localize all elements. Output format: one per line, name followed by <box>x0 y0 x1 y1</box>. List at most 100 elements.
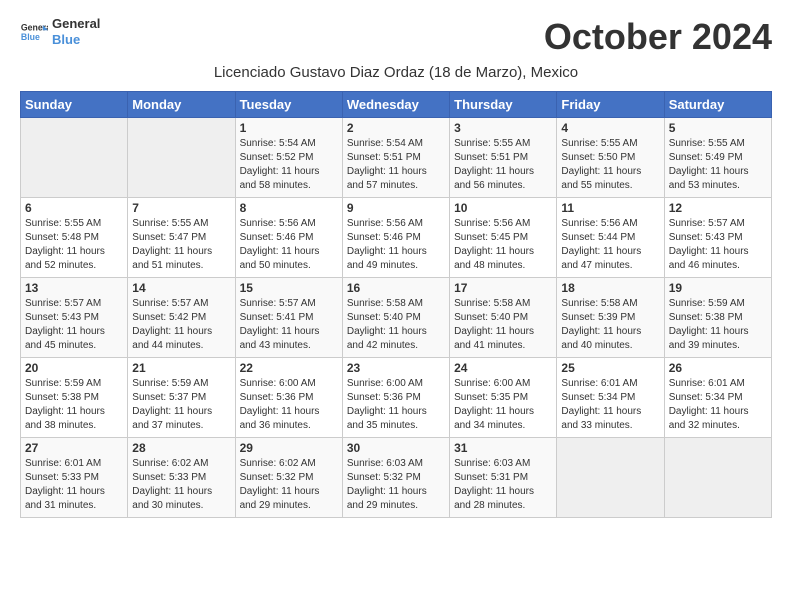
empty-cell <box>664 438 771 518</box>
day-number: 28 <box>132 441 230 455</box>
day-cell-31: 31 Sunrise: 6:03 AMSunset: 5:31 PMDayligh… <box>450 438 557 518</box>
day-cell-9: 9 Sunrise: 5:56 AMSunset: 5:46 PMDaylight… <box>342 198 449 278</box>
day-info: Sunrise: 5:56 AMSunset: 5:45 PMDaylight:… <box>454 217 552 273</box>
day-cell-26: 26 Sunrise: 6:01 AMSunset: 5:34 PMDayligh… <box>664 358 771 438</box>
day-cell-18: 18 Sunrise: 5:58 AMSunset: 5:39 PMDayligh… <box>557 278 664 358</box>
day-info: Sunrise: 5:59 AMSunset: 5:38 PMDaylight:… <box>25 377 123 433</box>
calendar-page: General Blue General Blue October 2024 L… <box>0 0 792 538</box>
day-cell-10: 10 Sunrise: 5:56 AMSunset: 5:45 PMDayligh… <box>450 198 557 278</box>
day-info: Sunrise: 6:03 AMSunset: 5:32 PMDaylight:… <box>347 457 445 513</box>
weekday-header-monday: Monday <box>128 92 235 118</box>
day-info: Sunrise: 6:03 AMSunset: 5:31 PMDaylight:… <box>454 457 552 513</box>
day-number: 18 <box>561 281 659 295</box>
day-info: Sunrise: 5:54 AMSunset: 5:52 PMDaylight:… <box>240 137 338 193</box>
day-number: 14 <box>132 281 230 295</box>
day-number: 5 <box>669 121 767 135</box>
empty-cell <box>21 118 128 198</box>
day-info: Sunrise: 5:55 AMSunset: 5:51 PMDaylight:… <box>454 137 552 193</box>
day-info: Sunrise: 5:56 AMSunset: 5:46 PMDaylight:… <box>240 217 338 273</box>
day-cell-22: 22 Sunrise: 6:00 AMSunset: 5:36 PMDayligh… <box>235 358 342 438</box>
logo-icon: General Blue <box>20 18 48 46</box>
day-cell-15: 15 Sunrise: 5:57 AMSunset: 5:41 PMDayligh… <box>235 278 342 358</box>
empty-cell <box>557 438 664 518</box>
day-cell-1: 1 Sunrise: 5:54 AMSunset: 5:52 PMDaylight… <box>235 118 342 198</box>
day-info: Sunrise: 5:58 AMSunset: 5:40 PMDaylight:… <box>454 297 552 353</box>
day-cell-2: 2Sunrise: 5:54 AMSunset: 5:51 PMDaylight… <box>342 118 449 198</box>
day-number: 4 <box>561 121 659 135</box>
day-cell-12: 12 Sunrise: 5:57 AMSunset: 5:43 PMDayligh… <box>664 198 771 278</box>
day-cell-4: 4 Sunrise: 5:55 AMSunset: 5:50 PMDaylight… <box>557 118 664 198</box>
day-number: 15 <box>240 281 338 295</box>
day-number: 3 <box>454 121 552 135</box>
calendar-row: 1 Sunrise: 5:54 AMSunset: 5:52 PMDaylight… <box>21 118 772 198</box>
day-number: 2 <box>347 121 445 135</box>
weekday-header-tuesday: Tuesday <box>235 92 342 118</box>
day-cell-6: 6 Sunrise: 5:55 AMSunset: 5:48 PMDaylight… <box>21 198 128 278</box>
day-cell-25: 25 Sunrise: 6:01 AMSunset: 5:34 PMDayligh… <box>557 358 664 438</box>
day-info: Sunrise: 5:57 AMSunset: 5:43 PMDaylight:… <box>25 297 123 353</box>
weekday-header-row: SundayMondayTuesdayWednesdayThursdayFrid… <box>21 92 772 118</box>
day-cell-8: 8 Sunrise: 5:56 AMSunset: 5:46 PMDaylight… <box>235 198 342 278</box>
day-info: Sunrise: 5:59 AMSunset: 5:37 PMDaylight:… <box>132 377 230 433</box>
day-info: Sunrise: 6:01 AMSunset: 5:34 PMDaylight:… <box>669 377 767 433</box>
day-number: 10 <box>454 201 552 215</box>
logo: General Blue General Blue <box>20 16 100 47</box>
day-number: 11 <box>561 201 659 215</box>
calendar-table: SundayMondayTuesdayWednesdayThursdayFrid… <box>20 91 772 518</box>
day-info: Sunrise: 5:55 AMSunset: 5:50 PMDaylight:… <box>561 137 659 193</box>
subtitle: Licenciado Gustavo Diaz Ordaz (18 de Mar… <box>20 64 772 81</box>
day-info: Sunrise: 5:55 AMSunset: 5:47 PMDaylight:… <box>132 217 230 273</box>
day-cell-24: 24 Sunrise: 6:00 AMSunset: 5:35 PMDayligh… <box>450 358 557 438</box>
day-number: 24 <box>454 361 552 375</box>
weekday-header-friday: Friday <box>557 92 664 118</box>
day-cell-21: 21 Sunrise: 5:59 AMSunset: 5:37 PMDayligh… <box>128 358 235 438</box>
day-info: Sunrise: 6:00 AMSunset: 5:35 PMDaylight:… <box>454 377 552 433</box>
day-number: 30 <box>347 441 445 455</box>
day-number: 12 <box>669 201 767 215</box>
day-info: Sunrise: 6:00 AMSunset: 5:36 PMDaylight:… <box>347 377 445 433</box>
day-number: 8 <box>240 201 338 215</box>
day-cell-5: 5Sunrise: 5:55 AMSunset: 5:49 PMDaylight… <box>664 118 771 198</box>
day-info: Sunrise: 5:56 AMSunset: 5:46 PMDaylight:… <box>347 217 445 273</box>
day-number: 26 <box>669 361 767 375</box>
day-number: 31 <box>454 441 552 455</box>
weekday-header-wednesday: Wednesday <box>342 92 449 118</box>
day-cell-16: 16Sunrise: 5:58 AMSunset: 5:40 PMDayligh… <box>342 278 449 358</box>
day-cell-27: 27Sunrise: 6:01 AMSunset: 5:33 PMDayligh… <box>21 438 128 518</box>
day-cell-13: 13 Sunrise: 5:57 AMSunset: 5:43 PMDayligh… <box>21 278 128 358</box>
weekday-header-saturday: Saturday <box>664 92 771 118</box>
day-info: Sunrise: 5:56 AMSunset: 5:44 PMDaylight:… <box>561 217 659 273</box>
day-cell-3: 3 Sunrise: 5:55 AMSunset: 5:51 PMDaylight… <box>450 118 557 198</box>
logo-general: General <box>52 16 100 32</box>
day-number: 23 <box>347 361 445 375</box>
day-number: 1 <box>240 121 338 135</box>
day-info: Sunrise: 6:00 AMSunset: 5:36 PMDaylight:… <box>240 377 338 433</box>
calendar-row: 20 Sunrise: 5:59 AMSunset: 5:38 PMDayligh… <box>21 358 772 438</box>
logo-blue: Blue <box>52 32 100 48</box>
day-number: 21 <box>132 361 230 375</box>
day-number: 25 <box>561 361 659 375</box>
day-cell-19: 19Sunrise: 5:59 AMSunset: 5:38 PMDayligh… <box>664 278 771 358</box>
day-cell-11: 11 Sunrise: 5:56 AMSunset: 5:44 PMDayligh… <box>557 198 664 278</box>
day-info: Sunrise: 5:57 AMSunset: 5:41 PMDaylight:… <box>240 297 338 353</box>
day-info: Sunrise: 5:55 AMSunset: 5:48 PMDaylight:… <box>25 217 123 273</box>
weekday-header-sunday: Sunday <box>21 92 128 118</box>
day-info: Sunrise: 6:01 AMSunset: 5:34 PMDaylight:… <box>561 377 659 433</box>
day-number: 22 <box>240 361 338 375</box>
calendar-row: 6 Sunrise: 5:55 AMSunset: 5:48 PMDaylight… <box>21 198 772 278</box>
day-cell-7: 7Sunrise: 5:55 AMSunset: 5:47 PMDaylight… <box>128 198 235 278</box>
calendar-row: 13 Sunrise: 5:57 AMSunset: 5:43 PMDayligh… <box>21 278 772 358</box>
day-number: 19 <box>669 281 767 295</box>
day-number: 20 <box>25 361 123 375</box>
day-info: Sunrise: 5:57 AMSunset: 5:43 PMDaylight:… <box>669 217 767 273</box>
day-number: 6 <box>25 201 123 215</box>
day-info: Sunrise: 5:57 AMSunset: 5:42 PMDaylight:… <box>132 297 230 353</box>
day-cell-23: 23 Sunrise: 6:00 AMSunset: 5:36 PMDayligh… <box>342 358 449 438</box>
month-title: October 2024 <box>544 16 772 58</box>
day-number: 9 <box>347 201 445 215</box>
day-info: Sunrise: 5:58 AMSunset: 5:39 PMDaylight:… <box>561 297 659 353</box>
day-number: 16 <box>347 281 445 295</box>
weekday-header-thursday: Thursday <box>450 92 557 118</box>
day-number: 13 <box>25 281 123 295</box>
day-number: 17 <box>454 281 552 295</box>
